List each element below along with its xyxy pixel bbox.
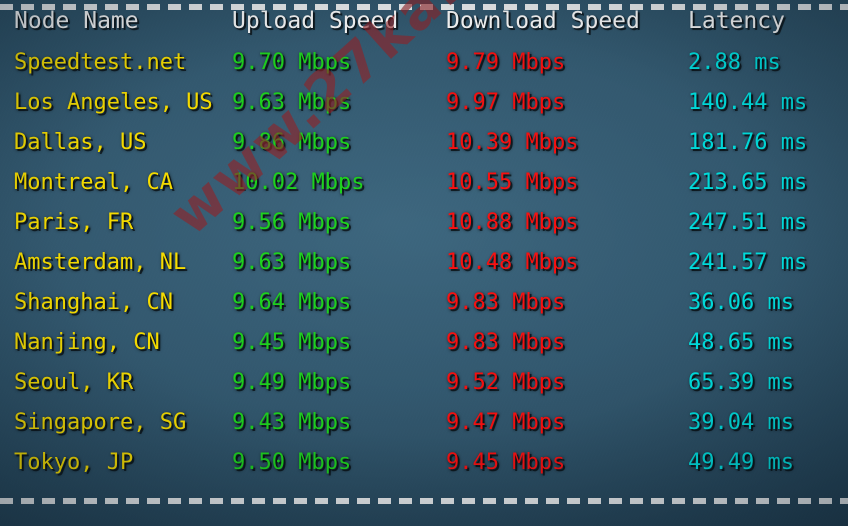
cell-latency: 241.57 ms [688,249,808,275]
cell-latency: 2.88 ms [688,49,781,75]
cell-upload-speed: 9.86 Mbps [232,129,352,155]
cell-upload-speed: 9.70 Mbps [232,49,352,75]
cell-upload-speed: 9.64 Mbps [232,289,352,315]
speedtest-results-table: Node Name Upload Speed Download Speed La… [0,0,848,482]
table-row: Amsterdam, NL 9.63 Mbps 10.48 Mbps 241.5… [0,242,848,282]
cell-upload-speed: 9.43 Mbps [232,409,352,435]
cell-latency: 36.06 ms [688,289,794,315]
table-row: Singapore, SG 9.43 Mbps 9.47 Mbps 39.04 … [0,402,848,442]
cell-download-speed: 9.97 Mbps [446,89,566,115]
table-row: Speedtest.net 9.70 Mbps 9.79 Mbps 2.88 m… [0,42,848,82]
table-header: Node Name Upload Speed Download Speed La… [0,0,848,42]
cell-latency: 181.76 ms [688,129,808,155]
table-row: Montreal, CA 10.02 Mbps 10.55 Mbps 213.6… [0,162,848,202]
cell-latency: 39.04 ms [688,409,794,435]
cell-upload-speed: 10.02 Mbps [232,169,365,195]
cell-node-name: Seoul, KR [14,369,134,395]
cell-latency: 247.51 ms [688,209,808,235]
cell-node-name: Speedtest.net [14,49,187,75]
cell-node-name: Shanghai, CN [14,289,173,315]
cell-node-name: Nanjing, CN [14,329,160,355]
bottom-dashed-divider [0,498,848,504]
table-row: Tokyo, JP 9.50 Mbps 9.45 Mbps 49.49 ms [0,442,848,482]
cell-node-name: Paris, FR [14,209,134,235]
cell-download-speed: 9.45 Mbps [446,449,566,475]
cell-upload-speed: 9.49 Mbps [232,369,352,395]
cell-node-name: Montreal, CA [14,169,173,195]
cell-download-speed: 9.52 Mbps [446,369,566,395]
cell-upload-speed: 9.63 Mbps [232,249,352,275]
cell-latency: 65.39 ms [688,369,794,395]
cell-node-name: Tokyo, JP [14,449,134,475]
cell-download-speed: 9.79 Mbps [446,49,566,75]
cell-node-name: Amsterdam, NL [14,249,187,275]
cell-upload-speed: 9.50 Mbps [232,449,352,475]
cell-download-speed: 9.47 Mbps [446,409,566,435]
cell-download-speed: 9.83 Mbps [446,289,566,315]
cell-download-speed: 10.39 Mbps [446,129,579,155]
cell-node-name: Dallas, US [14,129,147,155]
table-header-row: Node Name Upload Speed Download Speed La… [0,0,848,42]
cell-latency: 140.44 ms [688,89,808,115]
cell-latency: 49.49 ms [688,449,794,475]
table-body: Speedtest.net 9.70 Mbps 9.79 Mbps 2.88 m… [0,42,848,482]
table-row: Nanjing, CN 9.45 Mbps 9.83 Mbps 48.65 ms [0,322,848,362]
cell-download-speed: 10.55 Mbps [446,169,579,195]
table-row: Shanghai, CN 9.64 Mbps 9.83 Mbps 36.06 m… [0,282,848,322]
cell-latency: 48.65 ms [688,329,794,355]
cell-latency: 213.65 ms [688,169,808,195]
speedtest-results-panel: Node Name Upload Speed Download Speed La… [0,0,848,526]
cell-upload-speed: 9.45 Mbps [232,329,352,355]
cell-node-name: Singapore, SG [14,409,187,435]
cell-download-speed: 9.83 Mbps [446,329,566,355]
table-row: Dallas, US 9.86 Mbps 10.39 Mbps 181.76 m… [0,122,848,162]
table-row: Los Angeles, US 9.63 Mbps 9.97 Mbps 140.… [0,82,848,122]
cell-download-speed: 10.48 Mbps [446,249,579,275]
cell-download-speed: 10.88 Mbps [446,209,579,235]
cell-node-name: Los Angeles, US [14,89,213,115]
table-row: Paris, FR 9.56 Mbps 10.88 Mbps 247.51 ms [0,202,848,242]
cell-upload-speed: 9.56 Mbps [232,209,352,235]
column-header-download-speed: Download Speed [446,8,640,34]
table-row: Seoul, KR 9.49 Mbps 9.52 Mbps 65.39 ms [0,362,848,402]
column-header-latency: Latency [688,8,785,34]
cell-upload-speed: 9.63 Mbps [232,89,352,115]
column-header-node-name: Node Name [14,8,139,34]
column-header-upload-speed: Upload Speed [232,8,399,34]
